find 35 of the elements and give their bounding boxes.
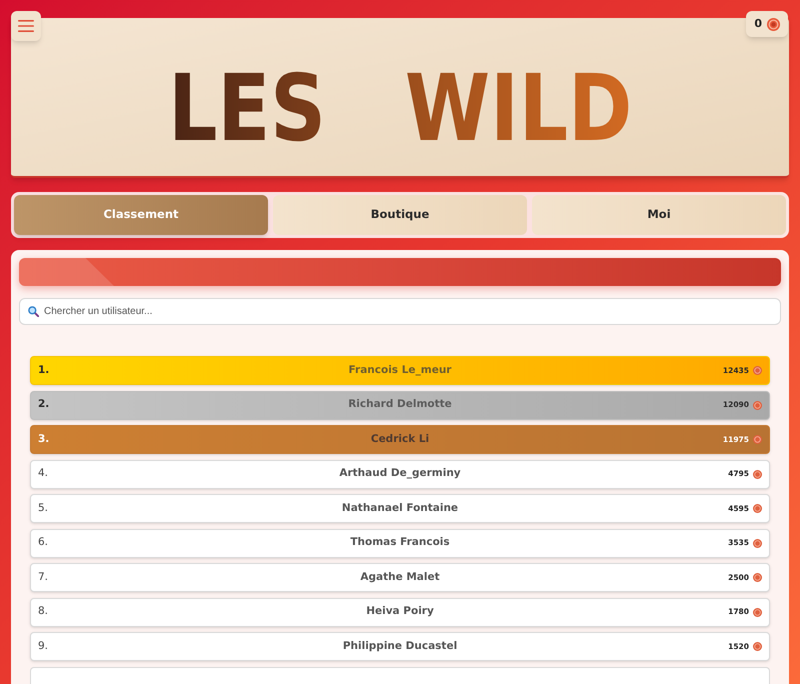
menu-button[interactable]: [11, 11, 41, 41]
player-name: Richard Delmotte: [348, 397, 452, 412]
rank-number: 7.: [38, 570, 48, 585]
coin-icon: [767, 18, 780, 30]
coin-balance: 0: [754, 16, 762, 32]
rank-number: 6.: [38, 535, 48, 550]
coin-icon: [753, 400, 762, 410]
rank-number: 4.: [38, 466, 48, 482]
search-field[interactable]: Chercher un utilisateur...: [19, 298, 781, 325]
coin-icon: [753, 608, 762, 616]
coin-icon: [753, 573, 762, 582]
player-name: Philippine Ducastel: [342, 638, 458, 654]
rank-number: 8.: [38, 604, 48, 620]
rank-number: 5.: [38, 500, 48, 516]
rank-number: 1.: [38, 362, 50, 378]
rank-number: 2.: [38, 397, 50, 412]
tab[interactable]: Moi: [532, 195, 786, 235]
player-name: Agathe Malet: [360, 570, 440, 585]
player-name: Thomas Francois: [350, 535, 450, 550]
player-name: Heiva Poiry: [366, 604, 434, 620]
rank-number: 3.: [38, 432, 50, 447]
player-name: Arthaud De_germiny: [339, 466, 461, 482]
tab[interactable]: Boutique: [273, 195, 527, 235]
player-name: Nathanael Fontaine: [342, 500, 458, 516]
coin-icon: [753, 538, 762, 548]
player-name: Francois Le_meur: [348, 362, 452, 378]
coin-icon: [753, 435, 762, 444]
rank-number: 9.: [38, 638, 48, 654]
coin-icon: [753, 366, 762, 375]
player-name: Cedrick Li: [370, 432, 430, 447]
coin-icon: [753, 642, 762, 651]
search-icon: [28, 306, 39, 317]
menu-icon: [18, 20, 34, 32]
coin-icon: [753, 504, 762, 513]
coin-icon: [753, 470, 762, 478]
